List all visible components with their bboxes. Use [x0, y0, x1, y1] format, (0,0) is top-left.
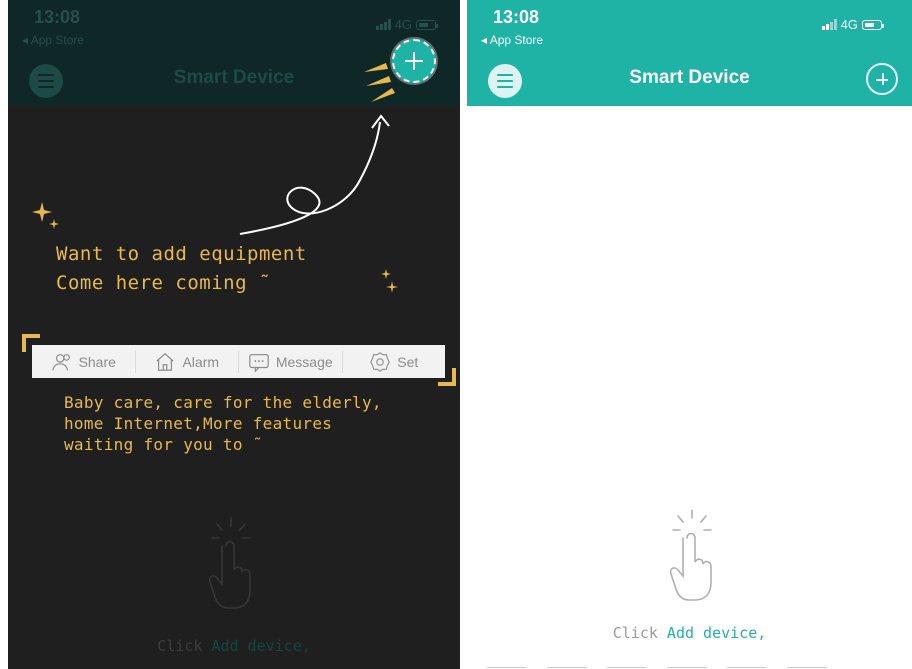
empty-state-hint: Click Add device, — [8, 637, 460, 655]
add-device-link[interactable]: Add device, — [667, 624, 766, 642]
status-time: 13:08 — [493, 7, 540, 27]
tip-line: Baby care, care for the elderly, — [64, 393, 382, 412]
tip-line: Want to add equipment — [56, 243, 307, 265]
hint-prefix: Click — [157, 637, 212, 655]
guide-overlay-screen: 13:08 ◂ App Store 4G Smart Device Want t… — [8, 0, 460, 669]
battery-icon — [862, 19, 884, 30]
status-time: 13:08 — [34, 7, 81, 27]
back-label: App Store — [30, 33, 85, 47]
network-type: 4G — [394, 17, 412, 32]
status-bar: 13:08 ◂ App Store 4G — [8, 0, 460, 52]
feature-toolbar: Share Alarm Message Set — [32, 345, 445, 378]
hint-prefix: Click — [612, 624, 667, 642]
page-title: Smart Device — [173, 67, 295, 88]
signal-indicator: 4G — [821, 17, 884, 32]
back-to-app-store[interactable]: ◂ App Store — [22, 33, 84, 47]
back-to-app-store[interactable]: ◂ App Store — [481, 33, 543, 47]
cut-off-text — [477, 660, 902, 668]
nav-bar: Smart Device — [467, 52, 912, 106]
toolbar-label: Set — [397, 353, 419, 370]
battery-icon — [416, 19, 438, 30]
add-equipment-tip: Want to add equipment Come here coming ˜ — [56, 240, 307, 298]
share-users-icon — [51, 353, 70, 370]
tap-hand-icon — [669, 509, 712, 601]
tip-line: waiting for you to ˜ — [64, 435, 263, 454]
toolbar-label: Share — [78, 353, 116, 370]
toolbar-message[interactable]: Message — [238, 350, 342, 373]
signal-indicator: 4G — [375, 17, 438, 32]
curly-arrow — [239, 121, 381, 235]
add-device-link[interactable]: Add device, — [211, 637, 310, 655]
toolbar-label: Message — [275, 353, 333, 370]
tip-line: Come here coming ˜ — [56, 272, 271, 294]
toolbar-alarm[interactable]: Alarm — [134, 350, 239, 373]
smart-device-screen: 13:08 ◂ App Store 4G Smart Device Click … — [467, 0, 912, 669]
empty-state-hint: Click Add device, — [467, 624, 912, 642]
network-type: 4G — [840, 17, 858, 32]
arrow-head-icon — [371, 114, 390, 129]
features-tip: Baby care, care for the elderly, home In… — [64, 392, 382, 455]
page-title: Smart Device — [629, 67, 750, 88]
status-bar: 13:08 ◂ App Store 4G — [467, 0, 912, 52]
message-bubble-icon — [249, 353, 269, 373]
tap-hand-icon — [208, 517, 251, 609]
home-alarm-icon — [156, 352, 175, 371]
cellular-signal-icon — [821, 19, 837, 30]
toolbar-share[interactable]: Share — [32, 351, 135, 373]
toolbar-label: Alarm — [182, 353, 220, 370]
back-label: App Store — [489, 33, 544, 47]
settings-gear-icon — [370, 351, 391, 372]
add-device-plus-icon[interactable] — [866, 63, 898, 95]
add-device-highlight-button[interactable] — [392, 39, 436, 83]
tip-line: home Internet,More features — [64, 414, 333, 433]
cellular-signal-icon — [375, 19, 391, 30]
toolbar-set[interactable]: Set — [341, 350, 446, 373]
